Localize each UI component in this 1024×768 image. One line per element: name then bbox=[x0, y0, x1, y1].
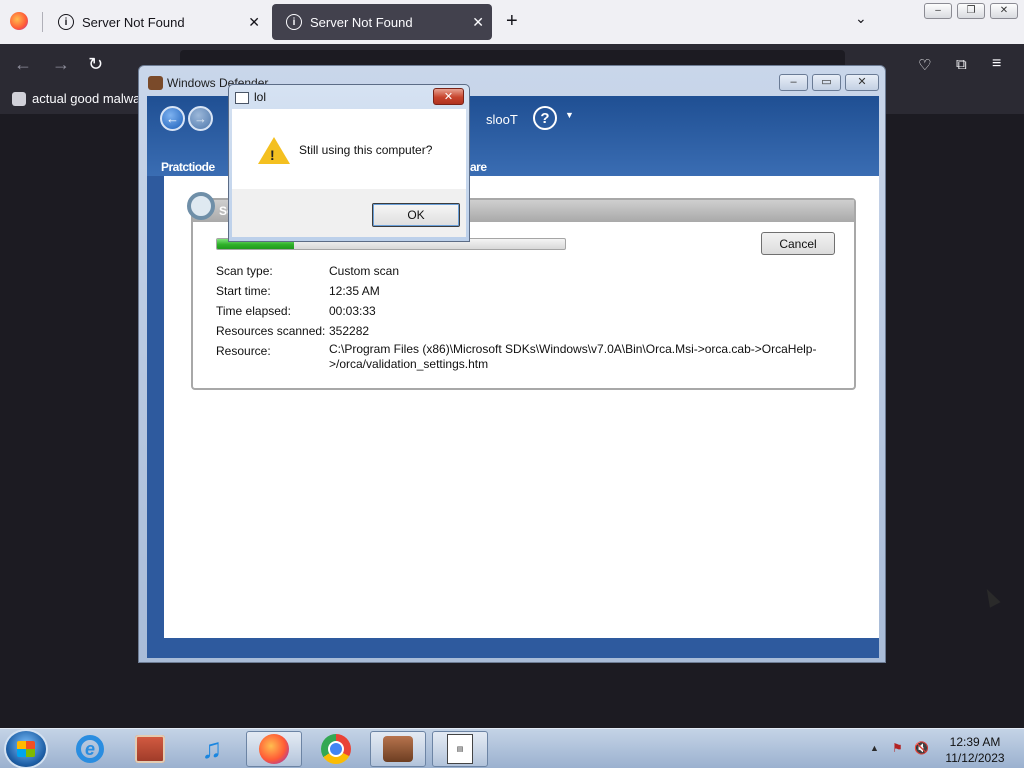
minimize-button[interactable]: – bbox=[779, 74, 808, 91]
forward-arrow-icon[interactable]: → bbox=[188, 106, 213, 131]
start-button[interactable] bbox=[6, 731, 46, 767]
magnifier-icon bbox=[187, 192, 215, 220]
tab-title: Server Not Found bbox=[310, 14, 413, 30]
window-icon bbox=[235, 92, 249, 104]
defender-window-controls: – ▭ ✕ bbox=[779, 74, 879, 91]
start-time-value: 12:35 AM bbox=[329, 284, 380, 298]
help-icon[interactable]: ? bbox=[533, 106, 557, 130]
resource-label: Resource: bbox=[216, 344, 271, 358]
maximize-button[interactable]: ▭ bbox=[812, 74, 841, 91]
new-tab-icon[interactable]: + bbox=[506, 10, 518, 33]
reload-icon[interactable]: ↻ bbox=[88, 54, 103, 75]
chevron-down-icon[interactable]: ⌄ bbox=[855, 10, 867, 27]
defender-content: Sc Cancel Scan type: Custom scan Start t… bbox=[164, 176, 879, 638]
menu-icon[interactable]: ≡ bbox=[992, 55, 1001, 73]
cancel-button[interactable]: Cancel bbox=[761, 232, 835, 255]
music-note-icon: ♫ bbox=[201, 733, 223, 764]
taskbar-internet-explorer[interactable]: e bbox=[62, 731, 118, 767]
volume-muted-icon[interactable]: 🔇 bbox=[914, 741, 930, 757]
taskbar-windows-defender[interactable] bbox=[370, 731, 426, 767]
start-time-label: Start time: bbox=[216, 284, 271, 298]
tab-title: Server Not Found bbox=[82, 14, 185, 30]
windows-defender-icon bbox=[148, 76, 163, 90]
taskbar-orca[interactable]: ▤ bbox=[432, 731, 488, 767]
info-icon: i bbox=[286, 14, 302, 30]
forward-arrow-icon[interactable]: → bbox=[52, 54, 70, 75]
taskbar: e ♫ ▤ ▲ ⚑ 🔇 12:39 AM 11/12/2023 bbox=[0, 728, 1024, 768]
orca-icon: ▤ bbox=[447, 734, 473, 764]
warning-mark: ! bbox=[270, 147, 275, 163]
resources-scanned-label: Resources scanned: bbox=[216, 324, 326, 338]
browser-window-controls: – ❐ ✕ bbox=[924, 3, 1018, 19]
lol-dialog: lol ✕ ! Still using this computer? OK bbox=[228, 84, 470, 242]
bookmark-icon bbox=[12, 91, 26, 106]
dialog-title: lol bbox=[254, 90, 267, 104]
chrome-icon bbox=[321, 734, 351, 764]
taskbar-chrome[interactable] bbox=[308, 731, 364, 767]
status-text: Pratctiode bbox=[161, 160, 215, 174]
system-clock[interactable]: 12:39 AM 11/12/2023 bbox=[936, 734, 1014, 766]
pocket-icon[interactable]: ♡ bbox=[918, 56, 931, 74]
tab-server-not-found-1[interactable]: i Server Not Found ✕ bbox=[44, 4, 268, 40]
taskbar-app-box[interactable] bbox=[122, 731, 178, 767]
bookmark-item[interactable]: actual good malwar bbox=[12, 91, 145, 106]
back-arrow-icon[interactable]: ← bbox=[14, 54, 32, 75]
tools-menu[interactable]: slooT bbox=[486, 112, 518, 127]
internet-explorer-icon: e bbox=[76, 735, 104, 763]
dialog-body: ! Still using this computer? bbox=[232, 109, 466, 189]
taskbar-itunes[interactable]: ♫ bbox=[184, 731, 240, 767]
clock-date: 11/12/2023 bbox=[945, 751, 1005, 765]
close-button[interactable]: ✕ bbox=[845, 74, 879, 91]
status-text-tail: are bbox=[470, 160, 487, 174]
restore-button[interactable]: ❐ bbox=[957, 3, 985, 19]
info-icon: i bbox=[58, 14, 74, 30]
bookmark-label: actual good malwar bbox=[32, 91, 145, 106]
tab-separator bbox=[42, 12, 43, 32]
dropdown-arrow-icon[interactable]: ▼ bbox=[565, 110, 574, 120]
minimize-button[interactable]: – bbox=[924, 3, 952, 19]
close-button[interactable]: ✕ bbox=[990, 3, 1018, 19]
back-arrow-icon[interactable]: ← bbox=[160, 106, 185, 131]
close-tab-icon[interactable]: ✕ bbox=[472, 14, 484, 31]
close-button[interactable]: ✕ bbox=[433, 88, 464, 105]
archive-app-icon bbox=[135, 735, 165, 763]
time-elapsed-label: Time elapsed: bbox=[216, 304, 291, 318]
scan-type-label: Scan type: bbox=[216, 264, 273, 278]
browser-tab-bar: i Server Not Found ✕ i Server Not Found … bbox=[0, 0, 1024, 44]
resource-value: C:\Program Files (x86)\Microsoft SDKs\Wi… bbox=[329, 342, 817, 371]
tray-expand-icon[interactable]: ▲ bbox=[870, 743, 886, 759]
dialog-footer: OK bbox=[232, 189, 466, 237]
firefox-icon bbox=[259, 734, 289, 764]
close-tab-icon[interactable]: ✕ bbox=[248, 14, 260, 31]
extensions-icon[interactable]: ⧉ bbox=[956, 56, 967, 73]
action-center-flag-icon[interactable]: ⚑ bbox=[892, 741, 908, 757]
scan-type-value: Custom scan bbox=[329, 264, 400, 278]
resources-scanned-value: 352282 bbox=[329, 324, 370, 338]
windows-defender-icon bbox=[383, 736, 413, 762]
ok-button[interactable]: OK bbox=[372, 203, 460, 227]
clock-time: 12:39 AM bbox=[949, 735, 1001, 749]
dialog-message: Still using this computer? bbox=[299, 143, 433, 157]
firefox-icon[interactable] bbox=[10, 12, 28, 30]
mouse-cursor-icon bbox=[981, 586, 1001, 608]
time-elapsed-value: 00:03:33 bbox=[329, 304, 376, 318]
tab-server-not-found-2[interactable]: i Server Not Found ✕ bbox=[272, 4, 492, 40]
taskbar-firefox[interactable] bbox=[246, 731, 302, 767]
